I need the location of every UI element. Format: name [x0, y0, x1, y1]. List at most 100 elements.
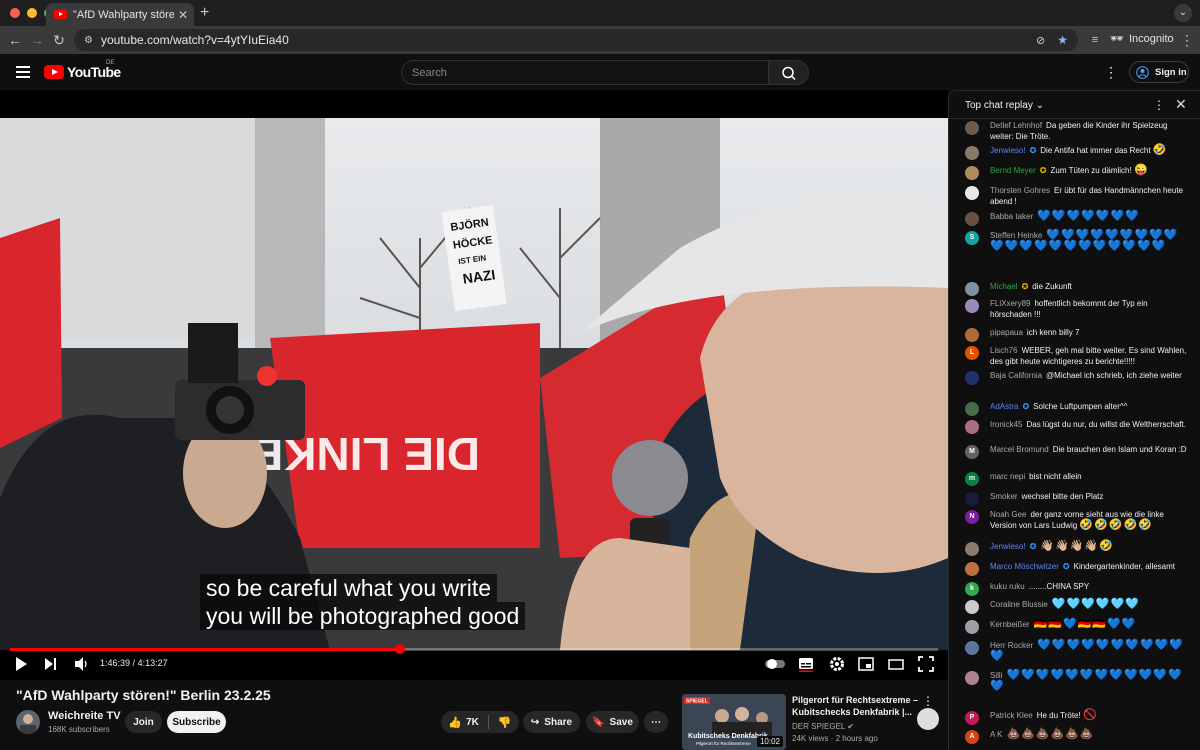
- channel-avatar[interactable]: [16, 710, 40, 734]
- bookmark-star-icon[interactable]: ★: [1057, 33, 1068, 47]
- chat-avatar[interactable]: [965, 562, 979, 576]
- chat-avatar[interactable]: P: [965, 711, 979, 725]
- chat-avatar[interactable]: [965, 671, 979, 685]
- play-button-icon[interactable]: [14, 656, 28, 672]
- close-window-button[interactable]: [10, 8, 20, 18]
- more-actions-button[interactable]: ⋯: [644, 711, 668, 733]
- chat-avatar[interactable]: N: [965, 510, 979, 524]
- chat-avatar[interactable]: [965, 282, 979, 296]
- chat-avatar[interactable]: [965, 641, 979, 655]
- sign-in-button[interactable]: Sign in: [1129, 61, 1189, 83]
- chat-author[interactable]: A K: [990, 730, 1002, 739]
- browser-menu-icon[interactable]: ⋮: [1178, 31, 1196, 49]
- chat-author[interactable]: Thorsten Gohres: [990, 186, 1050, 195]
- chat-mode-dropdown[interactable]: Top chat replay ⌄: [965, 100, 1044, 111]
- thumbs-down-icon[interactable]: 👎: [498, 716, 512, 729]
- minimize-window-button[interactable]: [27, 8, 37, 18]
- chat-avatar[interactable]: [965, 402, 979, 416]
- chat-author[interactable]: Marcel Bromund: [990, 445, 1049, 454]
- chat-author[interactable]: FLiXxery89: [990, 299, 1030, 308]
- recommended-more-icon[interactable]: ⋮: [922, 694, 934, 708]
- subscribe-button[interactable]: Subscribe: [167, 711, 226, 733]
- youtube-logo[interactable]: YouTube DE: [44, 60, 121, 80]
- chat-author[interactable]: pipapaua: [990, 328, 1023, 337]
- eye-off-icon[interactable]: ⊘: [1036, 34, 1045, 47]
- hamburger-menu-icon[interactable]: [16, 66, 30, 81]
- settings-gear-icon[interactable]: [829, 656, 845, 672]
- search-input[interactable]: Search: [401, 60, 769, 85]
- theater-mode-icon[interactable]: [888, 656, 904, 672]
- chat-more-icon[interactable]: ⋮: [1153, 98, 1165, 112]
- recommended-channel[interactable]: DER SPIEGEL ✔: [792, 722, 854, 731]
- chat-avatar[interactable]: [965, 371, 979, 385]
- chat-avatar[interactable]: m: [965, 472, 979, 486]
- chat-author[interactable]: Babba taker: [990, 212, 1033, 221]
- back-button[interactable]: ←: [6, 31, 24, 49]
- chat-author[interactable]: Baja California: [990, 371, 1042, 380]
- settings-more-icon[interactable]: ⋮: [1104, 64, 1118, 81]
- recommended-title[interactable]: Pilgerort für Rechtsextreme – Kubitschec…: [792, 694, 922, 718]
- new-tab-button[interactable]: +: [200, 4, 209, 22]
- chat-author[interactable]: Detlef Lehnhof: [990, 121, 1042, 130]
- forward-button[interactable]: →: [28, 31, 46, 49]
- volume-icon[interactable]: [74, 656, 90, 672]
- recommended-thumbnail[interactable]: SPIEGEL Kubitscheks Denkfabrik Pilgerort…: [682, 694, 786, 750]
- progress-bar[interactable]: [10, 644, 938, 654]
- chat-avatar[interactable]: [965, 328, 979, 342]
- close-tab-icon[interactable]: ✕: [178, 8, 188, 22]
- chat-author[interactable]: Lisch76: [990, 346, 1018, 355]
- chat-avatar[interactable]: k: [965, 582, 979, 596]
- chat-avatar[interactable]: L: [965, 346, 979, 360]
- chat-author[interactable]: Marco Möschwitzer: [990, 562, 1059, 571]
- share-button[interactable]: ↪ Share: [523, 711, 580, 733]
- tab-search-icon[interactable]: ≡: [1086, 31, 1104, 49]
- chat-author[interactable]: marc nepi: [990, 472, 1025, 481]
- video-frame[interactable]: BJÖRN HÖCKE IST EIN NAZI DIE LINKE: [0, 118, 948, 650]
- chat-avatar[interactable]: [965, 600, 979, 614]
- chat-author[interactable]: Michael: [990, 282, 1018, 291]
- chat-author[interactable]: Steffen Heinke: [990, 231, 1042, 240]
- tab-search-button[interactable]: ⌄: [1174, 4, 1192, 22]
- chat-avatar[interactable]: A: [965, 730, 979, 744]
- next-video-icon[interactable]: [44, 656, 58, 672]
- chat-author[interactable]: Herr Rocker: [990, 641, 1033, 650]
- chat-author[interactable]: kuku ruku: [990, 582, 1025, 591]
- url-text[interactable]: youtube.com/watch?v=4ytYIuEia40: [101, 33, 1036, 47]
- join-button[interactable]: Join: [125, 711, 162, 733]
- chat-avatar[interactable]: [965, 186, 979, 200]
- chat-author[interactable]: Jenwieso!: [990, 146, 1026, 155]
- chat-avatar[interactable]: [965, 492, 979, 506]
- like-button[interactable]: 👍 7K: [448, 716, 479, 729]
- incognito-indicator[interactable]: 🕶 Incognito: [1110, 32, 1174, 46]
- site-info-icon[interactable]: ⚙: [84, 35, 93, 46]
- chat-avatar[interactable]: [965, 121, 979, 135]
- autoplay-toggle-icon[interactable]: [764, 656, 786, 672]
- chat-author[interactable]: Patrick Klee: [990, 711, 1033, 720]
- chat-author[interactable]: AdAstra: [990, 402, 1018, 411]
- channel-name[interactable]: Weichreite TV: [48, 710, 121, 722]
- chat-author[interactable]: Smoker: [990, 492, 1018, 501]
- reload-button[interactable]: ↻: [50, 31, 68, 49]
- chat-avatar[interactable]: [965, 420, 979, 434]
- browser-tab[interactable]: "AfD Wahlparty stören!" Berli ✕: [46, 3, 194, 26]
- chat-author[interactable]: Kernbeißer: [990, 620, 1030, 629]
- chat-close-icon[interactable]: ✕: [1175, 96, 1187, 113]
- chat-author[interactable]: Bernd Meyer: [990, 166, 1036, 175]
- chat-author[interactable]: Coraline Blussie: [990, 600, 1048, 609]
- subtitles-icon[interactable]: [798, 656, 814, 672]
- chat-author[interactable]: Jenwieso!: [990, 542, 1026, 551]
- chat-avatar[interactable]: [965, 620, 979, 634]
- chat-avatar[interactable]: S: [965, 231, 979, 245]
- chat-avatar[interactable]: M: [965, 445, 979, 459]
- search-button[interactable]: [769, 60, 809, 85]
- chat-avatar[interactable]: [965, 146, 979, 160]
- chat-author[interactable]: Silli: [990, 671, 1002, 680]
- chat-author[interactable]: Noah Gee: [990, 510, 1026, 519]
- miniplayer-icon[interactable]: [858, 656, 874, 672]
- chat-avatar[interactable]: [965, 166, 979, 180]
- chat-avatar[interactable]: [965, 542, 979, 556]
- fullscreen-icon[interactable]: [918, 656, 934, 672]
- chat-avatar[interactable]: [965, 299, 979, 313]
- chat-author[interactable]: Ironick45: [990, 420, 1022, 429]
- chat-avatar[interactable]: [965, 212, 979, 226]
